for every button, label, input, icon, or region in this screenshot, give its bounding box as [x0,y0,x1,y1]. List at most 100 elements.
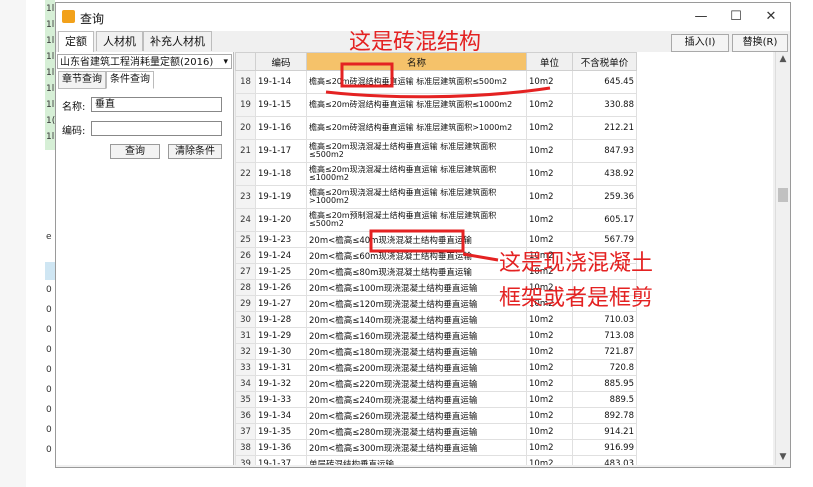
row-name: 20m<檐高≤220m现浇混凝土结构垂直运输 [306,375,527,392]
table-row[interactable]: 35 19-1-33 20m<檐高≤240m现浇混凝土结构垂直运输 10m2 889.5 [235,391,637,408]
row-code: 19-1-28 [255,311,307,328]
annotation-concrete-text-2: 框架或者是框剪 [499,286,654,311]
row-number: 27 [235,263,256,280]
strip-char: 0 [46,305,52,315]
row-code: 19-1-31 [255,359,307,376]
row-code: 19-1-36 [255,439,307,456]
close-button[interactable]: ✕ [756,7,786,27]
table-row[interactable]: 39 19-1-37 单层砖混结构垂直运输 10m2 483.03 [235,455,637,465]
row-unit: 10m2 [526,359,573,376]
table-row[interactable]: 30 19-1-28 20m<檐高≤140m现浇混凝土结构垂直运输 10m2 710.0… [235,311,637,328]
table-row[interactable]: 33 19-1-31 20m<檐高≤200m现浇混凝土结构垂直运输 10m2 720.8 [235,359,637,376]
row-unit: 10m2 [526,116,573,140]
row-number: 21 [235,139,256,163]
col-header-price[interactable]: 不含税单价 [572,52,637,71]
subtab-condition-search[interactable]: 条件查询 [106,71,154,89]
row-price: 330.88 [572,93,637,117]
row-price: 713.08 [572,327,637,344]
row-number: 25 [235,231,256,248]
annotation-concrete-text-1: 这是现浇混凝土 [499,251,654,276]
strip-char: 0 [46,365,52,375]
row-code: 19-1-15 [255,93,307,117]
table-row[interactable]: 37 19-1-35 20m<檐高≤280m现浇混凝土结构垂直运输 10m2 914.2… [235,423,637,440]
name-label: 名称: [62,102,86,113]
row-number: 33 [235,359,256,376]
strip-char: 1l [46,84,55,94]
row-price: 885.95 [572,375,637,392]
row-name: 20m<檐高≤280m现浇混凝土结构垂直运输 [306,423,527,440]
replace-button[interactable]: 替换(R) [732,34,788,52]
table-row[interactable]: 31 19-1-29 20m<檐高≤160m现浇混凝土结构垂直运输 10m2 713.0… [235,327,637,344]
tab-supplement[interactable]: 补充人材机 [143,31,212,51]
row-name: 檐高≤20m预制混凝土结构垂直运输 标准层建筑面积≤500m2 [306,208,527,232]
row-number: 23 [235,185,256,209]
table-row[interactable]: 24 19-1-20 檐高≤20m预制混凝土结构垂直运输 标准层建筑面积≤500m2… [235,208,637,232]
maximize-button[interactable]: ☐ [721,7,751,27]
strip-char: 1( [46,116,56,126]
row-code: 19-1-34 [255,407,307,424]
search-button[interactable]: 查询 [110,144,160,159]
row-name: 20m<檐高≤180m现浇混凝土结构垂直运输 [306,343,527,360]
table-row[interactable]: 21 19-1-17 檐高≤20m现浇混凝土结构垂直运输 标准层建筑面积≤500m2… [235,139,637,163]
row-name: 20m<檐高≤260m现浇混凝土结构垂直运输 [306,407,527,424]
row-name: 20m<檐高≤60m现浇混凝土结构垂直运输 [306,247,527,264]
table-row[interactable]: 38 19-1-36 20m<檐高≤300m现浇混凝土结构垂直运输 10m2 916.9… [235,439,637,456]
row-number: 29 [235,295,256,312]
row-code: 19-1-23 [255,231,307,248]
strip-blue [45,262,55,280]
strip-char: 1l [46,36,55,46]
row-number: 24 [235,208,256,232]
scroll-up-icon[interactable]: ▲ [776,54,790,64]
table-row[interactable]: 22 19-1-18 檐高≤20m现浇混凝土结构垂直运输 标准层建筑面积≤1000m… [235,162,637,186]
minimize-button[interactable]: — [686,7,716,27]
window-title: 查询 [80,12,105,26]
row-unit: 10m2 [526,343,573,360]
row-unit: 10m2 [526,208,573,232]
row-price: 645.45 [572,70,637,94]
row-name: 20m<檐高≤200m现浇混凝土结构垂直运输 [306,359,527,376]
strip-char: 1l [46,132,55,142]
background-window-strip: 1l 1l 1l 1l 1l 1l 1l 1( 1l e 0 0 0 0 0 0… [45,0,55,487]
quota-book-select[interactable]: 山东省建筑工程消耗量定额(2016) ▾ [57,54,232,69]
strip-char: 0 [46,345,52,355]
tab-labor-material-machine[interactable]: 人材机 [96,31,143,51]
row-price: 438.92 [572,162,637,186]
vertical-scrollbar[interactable]: ▲ ▼ [775,52,790,465]
table-row[interactable]: 23 19-1-19 檐高≤20m现浇混凝土结构垂直运输 标准层建筑面积>1000m… [235,185,637,209]
row-number: 20 [235,116,256,140]
scroll-down-icon[interactable]: ▼ [776,452,790,462]
scrollbar-thumb[interactable] [778,188,788,202]
strip-char: 1l [46,4,55,14]
row-number: 34 [235,375,256,392]
row-code: 19-1-19 [255,185,307,209]
row-unit: 10m2 [526,311,573,328]
tab-quota[interactable]: 定额 [58,31,94,52]
row-name: 檐高≤20m砖混结构垂直运输 标准层建筑面积≤500m2 [306,70,527,94]
subtab-chapter-search[interactable]: 章节查询 [58,71,106,89]
table-row[interactable]: 18 19-1-14 檐高≤20m砖混结构垂直运输 标准层建筑面积≤500m2 10m… [235,70,637,94]
row-price: 914.21 [572,423,637,440]
row-name: 檐高≤20m现浇混凝土结构垂直运输 标准层建筑面积>1000m2 [306,185,527,209]
clear-conditions-button[interactable]: 清除条件 [168,144,222,159]
strip-char: 0 [46,285,52,295]
row-number: 28 [235,279,256,296]
table-row[interactable]: 32 19-1-30 20m<檐高≤180m现浇混凝土结构垂直运输 10m2 721.8… [235,343,637,360]
table-row[interactable]: 34 19-1-32 20m<檐高≤220m现浇混凝土结构垂直运输 10m2 885.9… [235,375,637,392]
table-row[interactable]: 36 19-1-34 20m<檐高≤260m现浇混凝土结构垂直运输 10m2 892.7… [235,407,637,424]
table-row[interactable]: 20 19-1-16 檐高≤20m砖混结构垂直运输 标准层建筑面积>1000m2 10… [235,116,637,140]
col-header-code[interactable]: 编码 [255,52,307,71]
table-row[interactable]: 19 19-1-15 檐高≤20m砖混结构垂直运输 标准层建筑面积≤1000m2 10… [235,93,637,117]
name-input[interactable]: 垂直 [91,97,222,112]
row-number: 22 [235,162,256,186]
row-price: 483.03 [572,455,637,465]
code-input[interactable] [91,121,222,136]
row-price: 847.93 [572,139,637,163]
row-code: 19-1-35 [255,423,307,440]
col-header-unit[interactable]: 单位 [526,52,573,71]
row-code: 19-1-27 [255,295,307,312]
insert-button[interactable]: 插入(I) [671,34,729,52]
row-name: 20m<檐高≤100m现浇混凝土结构垂直运输 [306,279,527,296]
table-row[interactable]: 25 19-1-23 20m<檐高≤40m现浇混凝土结构垂直运输 10m2 567.79 [235,231,637,248]
row-price: 567.79 [572,231,637,248]
row-price: 710.03 [572,311,637,328]
